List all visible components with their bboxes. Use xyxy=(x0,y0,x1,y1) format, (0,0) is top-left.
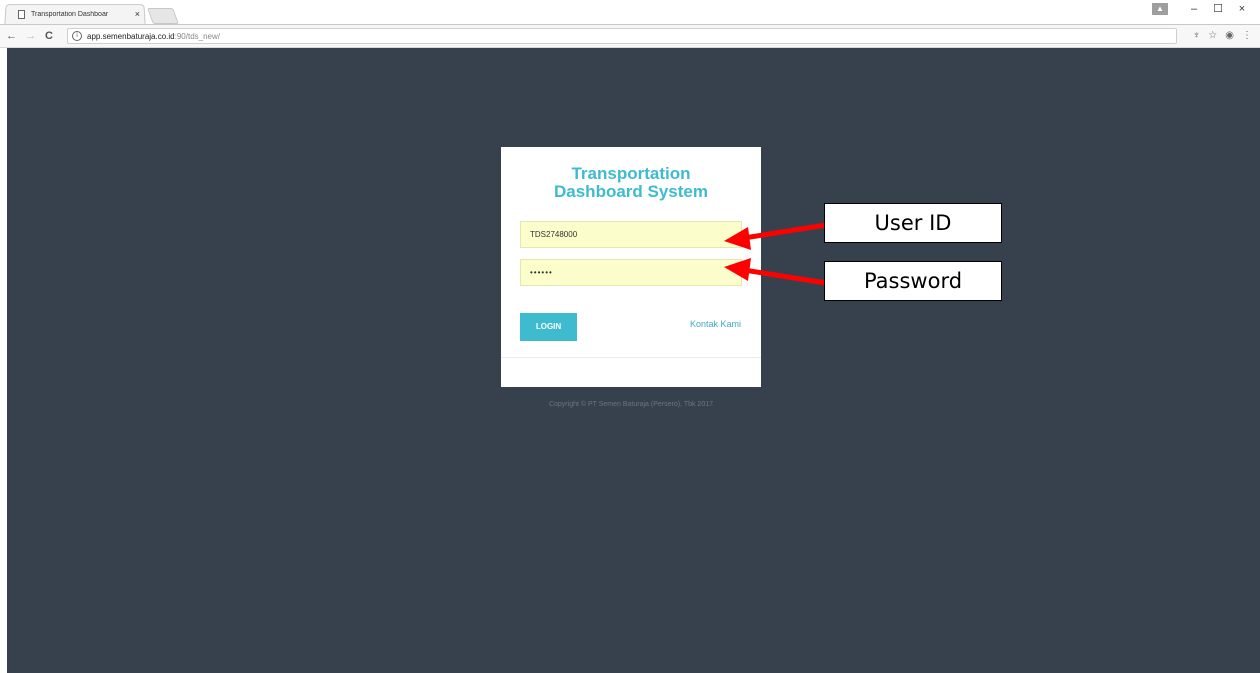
panel-divider xyxy=(501,357,761,358)
restore-icon[interactable]: ☐ xyxy=(1206,2,1230,15)
url-input[interactable]: i app.semenbaturaja.co.id :90/tds_new/ xyxy=(67,28,1177,44)
app-title: Transportation Dashboard System xyxy=(501,165,761,201)
forward-arrow-icon[interactable]: → xyxy=(25,30,36,42)
browser-tab-content: Transportation Dashboar × xyxy=(18,6,148,22)
password-callout: Password xyxy=(824,261,1002,301)
contact-link[interactable]: Kontak Kami xyxy=(690,319,741,329)
login-panel: Transportation Dashboard System TDS27480… xyxy=(501,147,761,387)
copyright-text: Copyright © PT Semen Baturaja (Persero),… xyxy=(548,401,714,408)
tab-close-icon[interactable]: × xyxy=(135,9,140,19)
browser-tab-strip: Transportation Dashboar × ▲ – ☐ × xyxy=(0,0,1260,25)
address-bar: ← → C i app.semenbaturaja.co.id :90/tds_… xyxy=(0,24,1260,48)
back-arrow-icon[interactable]: ← xyxy=(6,30,17,42)
page-viewport: Transportation Dashboard System TDS27480… xyxy=(7,48,1260,673)
extension-icon[interactable]: ◉ xyxy=(1225,30,1234,41)
key-icon[interactable]: ♆ xyxy=(1193,30,1201,41)
new-tab-button[interactable] xyxy=(147,8,179,24)
bookmark-star-icon[interactable]: ☆ xyxy=(1208,30,1217,41)
close-window-icon[interactable]: × xyxy=(1230,3,1254,15)
document-icon xyxy=(18,9,25,19)
user-profile-icon[interactable]: ▲ xyxy=(1152,2,1168,15)
app-title-line1: Transportation xyxy=(571,164,691,183)
reload-icon[interactable]: C xyxy=(45,30,53,42)
login-button[interactable]: LOGIN xyxy=(520,313,577,341)
url-host: app.semenbaturaja.co.id xyxy=(87,31,175,41)
toolbar-icons: ♆ ☆ ◉ ⋮ xyxy=(1185,30,1252,41)
menu-kebab-icon[interactable]: ⋮ xyxy=(1242,30,1252,41)
minimize-icon[interactable]: – xyxy=(1182,3,1206,15)
window-controls: ▲ – ☐ × xyxy=(1152,2,1254,15)
tab-title[interactable]: Transportation Dashboar xyxy=(31,11,135,18)
app-title-line2: Dashboard System xyxy=(554,182,708,201)
userid-callout: User ID xyxy=(824,203,1002,243)
userid-input[interactable]: TDS2748000 xyxy=(520,221,742,248)
info-icon[interactable]: i xyxy=(72,31,82,41)
url-path: :90/tds_new/ xyxy=(174,31,220,41)
password-input[interactable]: •••••• xyxy=(520,259,742,286)
